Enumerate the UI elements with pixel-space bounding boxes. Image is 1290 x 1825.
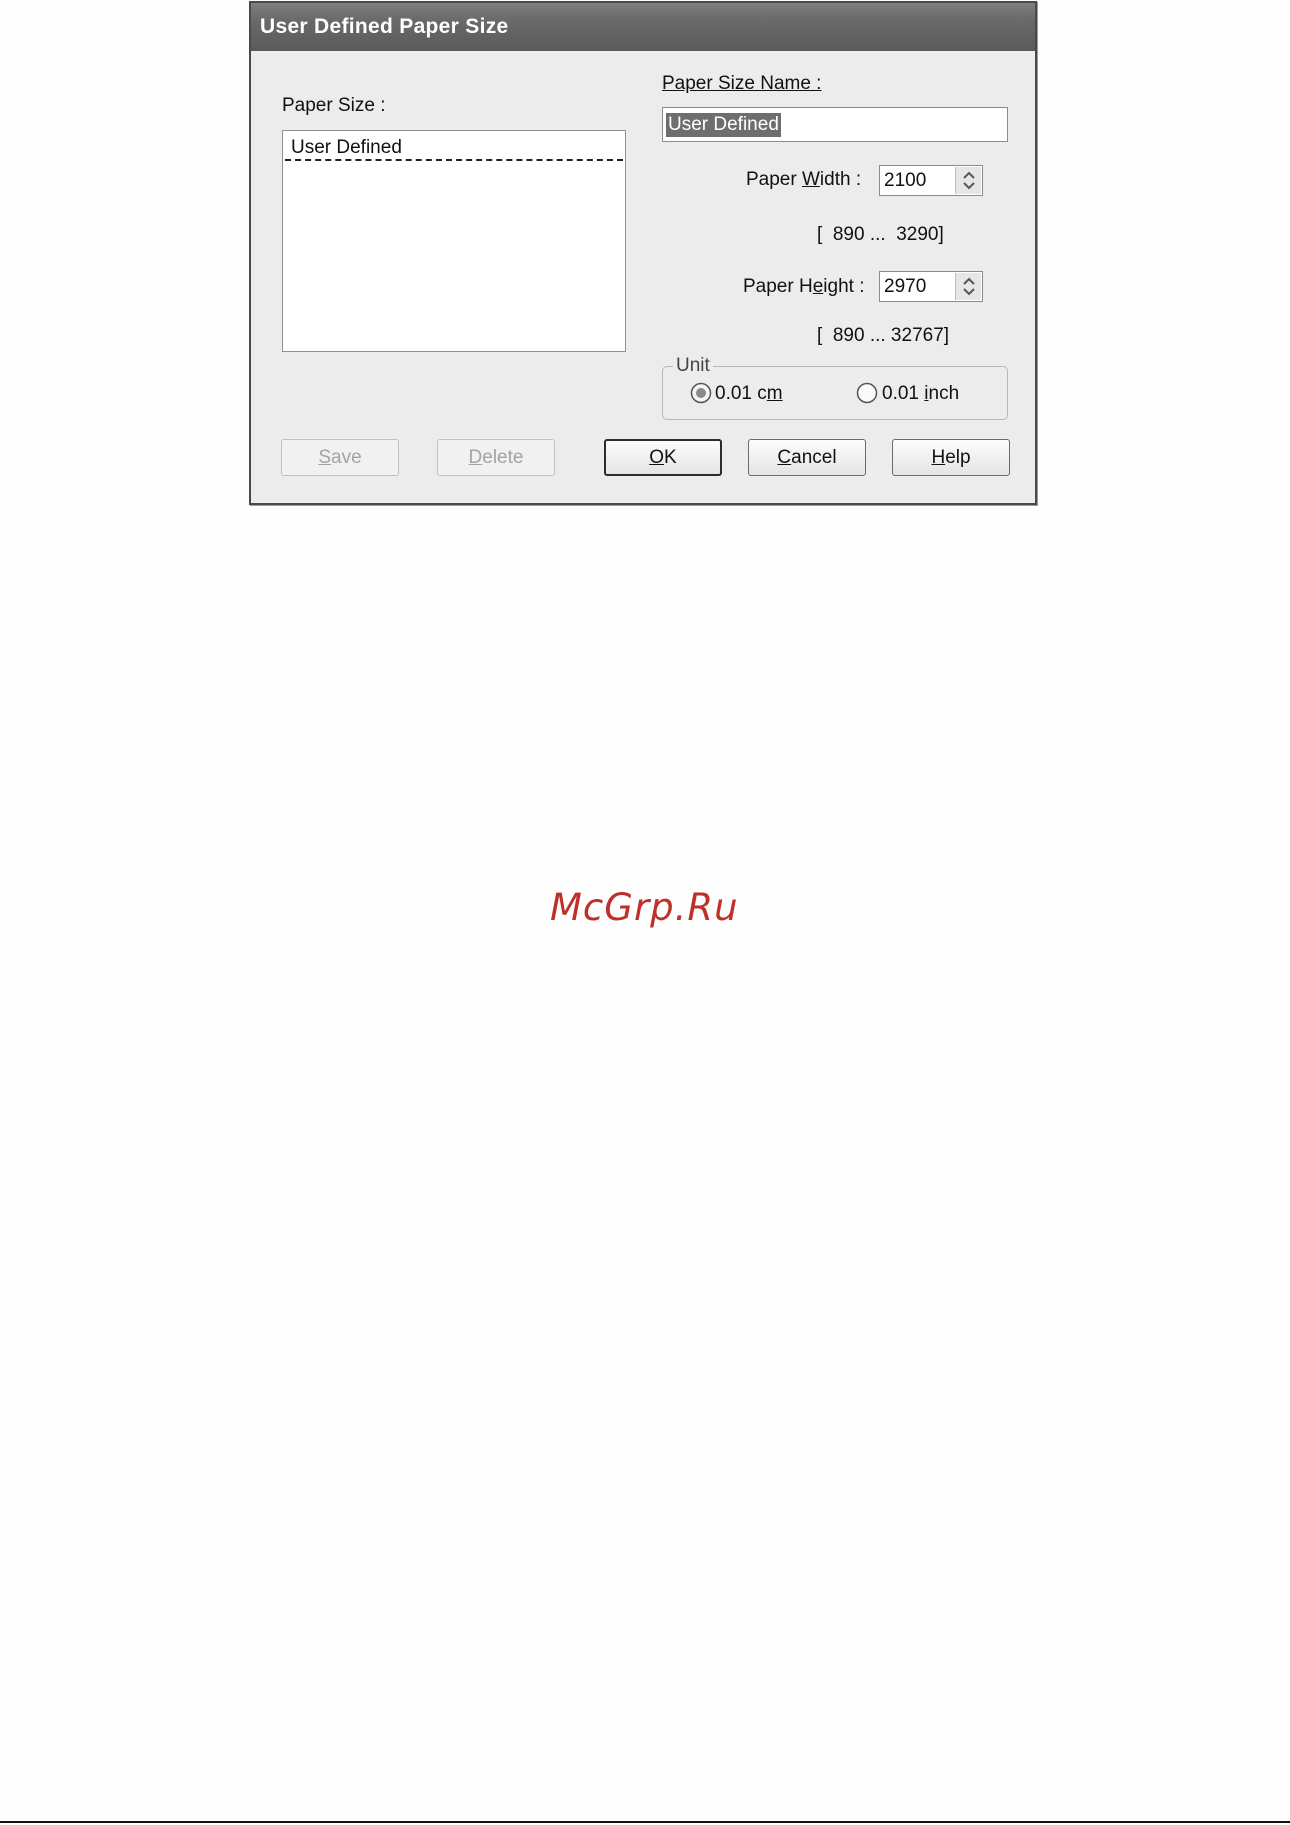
radio-cm-label-accel: m	[766, 383, 783, 404]
paper-size-listbox[interactable]: User Defined	[282, 130, 626, 352]
unit-group-title: Unit	[673, 355, 713, 377]
help-button[interactable]: Help	[892, 439, 1010, 476]
paper-width-label: Paper Width :	[746, 169, 861, 191]
paper-width-value: 2100	[884, 170, 927, 191]
page-bottom-rule	[0, 1821, 1290, 1823]
delete-button-accel: D	[468, 447, 483, 468]
cancel-button-accel: C	[777, 447, 792, 468]
delete-button[interactable]: Delete	[437, 439, 555, 476]
paper-height-label-post: ight :	[823, 276, 865, 297]
radio-inch-label-post: nch	[928, 383, 960, 404]
paper-height-value: 2970	[884, 276, 927, 297]
spin-arrows-icon	[963, 277, 975, 296]
paper-size-name-label: Paper Size Name :	[662, 73, 821, 95]
list-item[interactable]: User Defined	[285, 134, 623, 161]
radio-cm-label[interactable]: 0.01 cm	[715, 383, 783, 405]
delete-button-label: elete	[482, 447, 524, 468]
ok-button-label: K	[664, 447, 677, 468]
dialog-title: User Defined Paper Size	[251, 3, 1035, 51]
unit-group: Unit 0.01 cm 0.01 inch	[662, 355, 1008, 420]
paper-size-name-value: User Defined	[666, 113, 781, 137]
paper-height-spin-arrows[interactable]	[955, 273, 981, 300]
paper-size-label-text: Paper Size :	[282, 95, 386, 116]
paper-height-range: [ 890 ... 32767]	[817, 325, 950, 346]
radio-cm[interactable]	[690, 382, 712, 404]
watermark: McGrp.Ru	[550, 886, 739, 929]
paper-width-label-pre: Paper	[746, 169, 802, 190]
ok-button[interactable]: OK	[604, 439, 722, 476]
user-defined-paper-size-dialog: User Defined Paper Size Paper Size : Use…	[249, 1, 1037, 505]
paper-width-spin-arrows[interactable]	[955, 167, 981, 194]
paper-height-stepper[interactable]: 2970	[879, 271, 983, 302]
ok-button-accel: O	[649, 447, 665, 468]
paper-size-name-input[interactable]: User Defined	[662, 107, 1008, 142]
spin-arrows-icon	[963, 171, 975, 190]
radio-inch-label-pre: 0.01	[882, 383, 925, 404]
radio-inch[interactable]	[856, 382, 878, 404]
radio-cm-label-pre: 0.01 c	[715, 383, 767, 404]
help-button-accel: H	[931, 447, 946, 468]
paper-width-range: [ 890 ... 3290]	[817, 224, 944, 245]
save-button-accel: S	[318, 447, 332, 468]
paper-width-stepper[interactable]: 2100	[879, 165, 983, 196]
save-button[interactable]: Save	[281, 439, 399, 476]
paper-width-label-post: idth :	[819, 169, 862, 190]
radio-inch-label[interactable]: 0.01 inch	[882, 383, 959, 405]
help-button-label: elp	[945, 447, 971, 468]
cancel-button-label: ancel	[791, 447, 837, 468]
cancel-button[interactable]: Cancel	[748, 439, 866, 476]
paper-size-label: Paper Size :	[282, 95, 386, 117]
paper-size-name-label-text: Paper Size Name :	[662, 73, 822, 94]
paper-height-label-pre: Paper H	[743, 276, 813, 297]
save-button-label: ave	[331, 447, 362, 468]
paper-width-label-accel: W	[801, 169, 820, 190]
paper-height-label-accel: e	[812, 276, 824, 297]
paper-height-label: Paper Height :	[743, 276, 864, 298]
